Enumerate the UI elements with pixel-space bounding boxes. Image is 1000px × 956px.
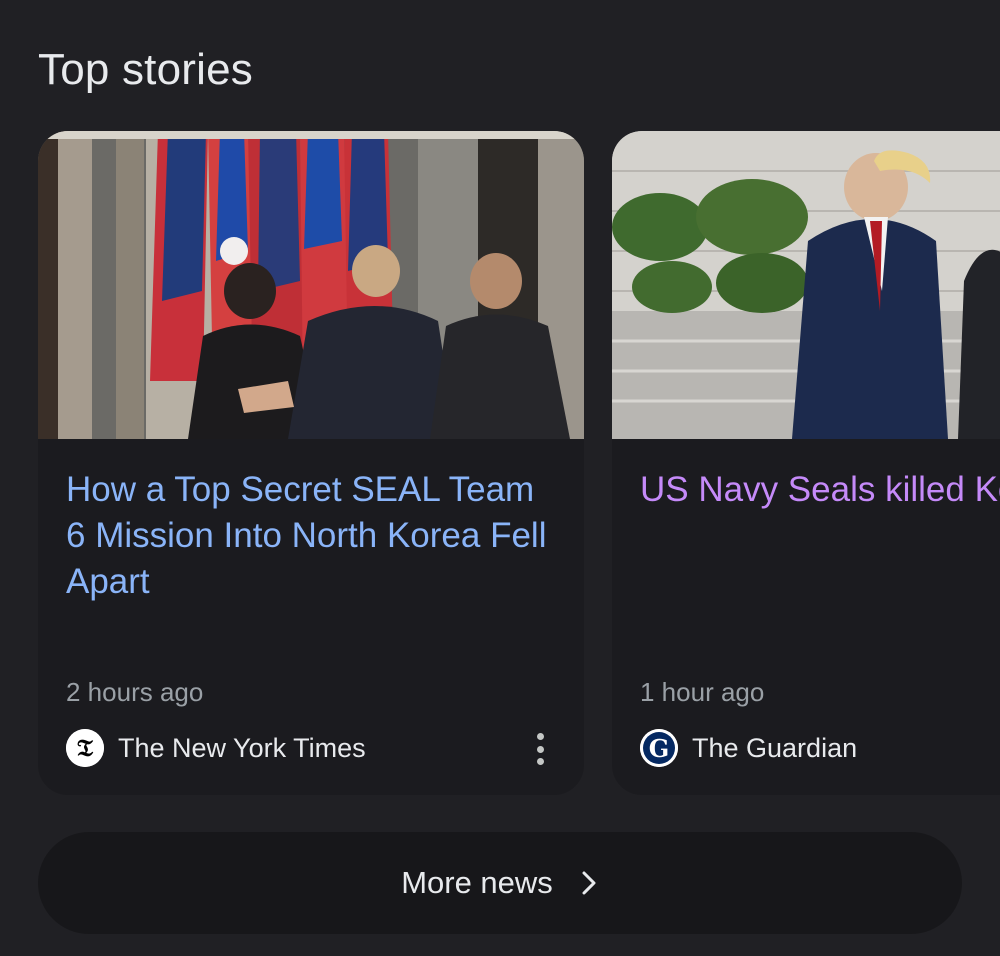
nyt-logo-icon: 𝔗 bbox=[66, 729, 104, 767]
story-source[interactable]: G The Guardian bbox=[640, 729, 857, 767]
more-news-button[interactable]: More news bbox=[38, 832, 962, 934]
story-headline[interactable]: How a Top Secret SEAL Team 6 Mission Int… bbox=[66, 467, 556, 605]
dot bbox=[536, 745, 544, 753]
story-thumbnail[interactable] bbox=[38, 131, 584, 439]
story-headline[interactable]: US Navy Seals killed Korean civilians in… bbox=[640, 467, 1000, 513]
story-age: 2 hours ago bbox=[66, 677, 204, 707]
story-age: 1 hour ago bbox=[640, 677, 765, 707]
story-thumbnail[interactable] bbox=[612, 131, 1000, 439]
top-stories-carousel[interactable]: How a Top Secret SEAL Team 6 Mission Int… bbox=[0, 131, 1000, 795]
dot bbox=[536, 758, 544, 765]
dot bbox=[536, 733, 544, 740]
chevron-right-icon bbox=[579, 870, 599, 896]
guardian-logo-icon: G bbox=[640, 729, 678, 767]
section-title: Top stories bbox=[38, 45, 253, 94]
story-card[interactable]: US Navy Seals killed Korean civilians in… bbox=[612, 131, 1000, 795]
story-source[interactable]: 𝔗 The New York Times bbox=[66, 729, 366, 767]
more-news-label: More news bbox=[401, 865, 553, 900]
more-options-button[interactable] bbox=[524, 729, 556, 769]
svg-text:𝔗: 𝔗 bbox=[77, 733, 94, 762]
story-card[interactable]: How a Top Secret SEAL Team 6 Mission Int… bbox=[38, 131, 584, 795]
source-name: The New York Times bbox=[118, 733, 366, 763]
svg-text:G: G bbox=[649, 734, 670, 763]
source-name: The Guardian bbox=[692, 733, 858, 763]
